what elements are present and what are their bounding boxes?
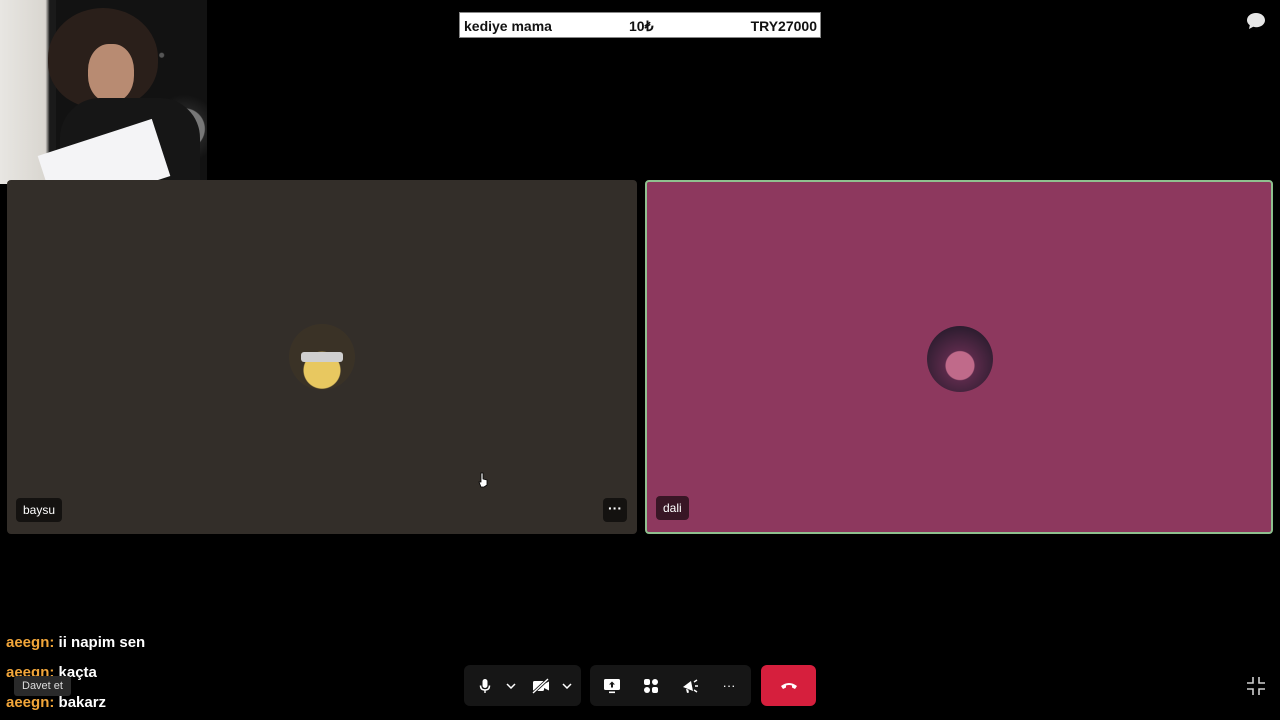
avatar-glasses [301, 352, 343, 362]
microphone-button[interactable] [470, 671, 500, 701]
camera-button[interactable] [526, 671, 556, 701]
banner-item-name: kediye mama [464, 18, 552, 34]
camera-options-button[interactable] [556, 671, 578, 701]
chat-text: bakarz [58, 694, 107, 711]
chat-username: aeegn: [6, 694, 55, 711]
activities-icon [644, 678, 658, 693]
hand-cursor-icon [478, 472, 488, 493]
chat-icon[interactable] [1246, 12, 1266, 30]
activities-button[interactable] [634, 671, 668, 701]
screen-share-icon [604, 678, 620, 693]
exit-fullscreen-icon[interactable] [1246, 676, 1266, 696]
soundboard-button[interactable] [673, 671, 707, 701]
soundboard-icon [683, 678, 698, 693]
chat-message: aeegn: bakarz [6, 693, 145, 720]
avatar [289, 324, 355, 390]
item-banner: kediye mama 10₺ TRY27000 [459, 12, 821, 38]
chat-message: aeegn: ii napim sen [6, 633, 145, 663]
invite-tooltip: Davet et [14, 676, 71, 696]
participant-tile-baysu[interactable]: baysu ··· [7, 180, 637, 534]
video-person-face [88, 44, 134, 102]
chevron-down-icon [562, 682, 572, 689]
banner-item-price: 10₺ [629, 18, 654, 34]
disconnect-button[interactable] [761, 665, 816, 706]
screen-share-button[interactable] [595, 671, 629, 701]
participant-name-tag: baysu [16, 498, 63, 522]
banner-total: TRY27000 [750, 18, 817, 34]
chat-username: aeegn: [6, 634, 55, 651]
media-controls-group [464, 665, 581, 706]
hang-up-icon [780, 682, 797, 689]
microphone-icon [479, 678, 491, 693]
call-actions-group: ··· [590, 665, 751, 706]
participant-tile-dali[interactable]: dali [645, 180, 1273, 534]
self-video-view[interactable] [0, 0, 207, 184]
chevron-down-icon [506, 682, 516, 689]
chat-text: ii napim sen [58, 634, 146, 651]
avatar [927, 326, 993, 392]
microphone-options-button[interactable] [500, 671, 522, 701]
tile-more-options-button[interactable]: ··· [603, 498, 627, 522]
participant-name-tag: dali [656, 496, 689, 520]
more-options-button[interactable]: ··· [712, 671, 746, 701]
camera-off-icon [532, 677, 550, 694]
